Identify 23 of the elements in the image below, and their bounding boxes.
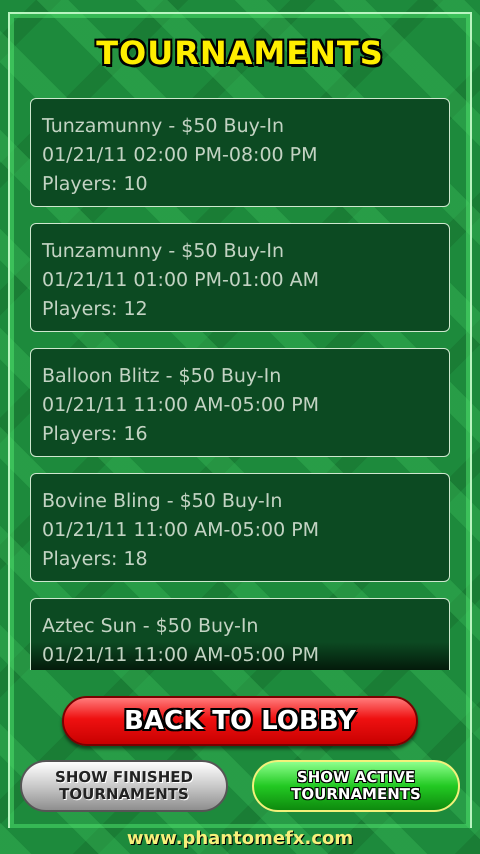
- tournament-card[interactable]: Bovine Bling - $50 Buy-In 01/21/11 11:00 AM-05:00 PM Players: 18: [30, 473, 450, 582]
- tournament-players: Players: 18: [42, 547, 149, 572]
- tournament-schedule: 01/21/11 01:00 PM-01:00 AM: [42, 268, 320, 293]
- website-link[interactable]: www.phantomefx.com: [118, 828, 362, 854]
- tournament-schedule: 01/21/11 11:00 AM-05:00 PM: [42, 393, 320, 418]
- back-to-lobby-button[interactable]: BACK TO LOBBY: [62, 696, 418, 746]
- filter-button[interactable]: SHOW FINISHED TOURNAMENTS: [20, 760, 228, 812]
- tournament-name: Aztec Sun - $50 Buy-In: [42, 614, 260, 639]
- tournament-name: Tunzamunny - $50 Buy-In: [42, 239, 286, 264]
- screen-title: TOURNAMENTS: [96, 34, 384, 72]
- tournament-card[interactable]: Tunzamunny - $50 Buy-In 01/21/11 02:00 PM-08:00 PM Players: 10: [30, 98, 450, 207]
- tournament-name: Balloon Blitz - $50 Buy-In: [42, 364, 282, 389]
- tournament-players: Players: 10: [42, 172, 149, 197]
- tournament-schedule: 01/21/11 11:00 AM-05:00 PM: [42, 518, 320, 543]
- tournament-card[interactable]: Tunzamunny - $50 Buy-In 01/21/11 01:00 PM-01:00 AM Players: 12: [30, 223, 450, 332]
- tournament-card[interactable]: Balloon Blitz - $50 Buy-In 01/21/11 11:00 AM-05:00 PM Players: 16: [30, 348, 450, 457]
- tournament-schedule: 01/21/11 02:00 PM-08:00 PM: [42, 143, 319, 168]
- tournament-players: Players: 16: [42, 422, 149, 447]
- tournament-players: Players: 12: [42, 297, 149, 322]
- tournament-name: Bovine Bling - $50 Buy-In: [42, 489, 284, 514]
- tournament-name: Tunzamunny - $50 Buy-In: [42, 114, 286, 139]
- tournament-card[interactable]: Aztec Sun - $50 Buy-In 01/21/11 11:00 AM-05:00 PM: [30, 598, 450, 670]
- tournament-schedule: 01/21/11 11:00 AM-05:00 PM: [42, 643, 320, 668]
